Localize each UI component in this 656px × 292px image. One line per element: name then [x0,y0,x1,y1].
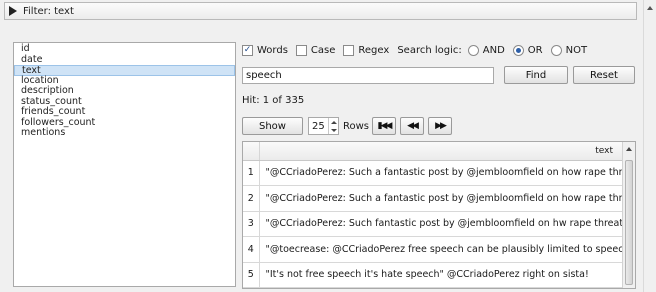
filter-title: Filter: text [23,5,74,17]
row-text: "@toecrease: @CCriadoPerez free speech c… [259,236,623,263]
skip-first-icon: ▮◀◀ [377,121,393,131]
row-index: 2 [243,185,260,212]
rows-label: Rows [343,121,370,132]
search-logic-label: Search logic: [397,44,462,56]
expand-triangle-icon[interactable] [9,6,17,16]
table-row[interactable]: 5 "It's not free speech it's hate speech… [243,262,623,288]
field-item-text[interactable]: text [14,65,235,76]
field-item-description[interactable]: description [14,85,235,97]
field-item-id[interactable]: id [14,43,235,55]
results-table: text 1 "@CCriadoPerez: Such a fantastic … [243,142,623,288]
words-option[interactable]: ✓ Words [242,44,288,56]
logic-and-radio[interactable] [467,44,479,56]
spinner-down-icon[interactable] [330,128,337,132]
case-option[interactable]: Case [295,44,336,56]
row-index: 1 [243,160,260,186]
scroll-up-arrow-icon[interactable] [647,6,653,10]
search-input[interactable] [242,67,494,84]
field-item-mentions[interactable]: mentions [14,127,235,139]
row-text: "@CCriadoPerez: Such fantastic post by @… [259,211,623,237]
filter-header[interactable]: Filter: text [4,2,637,20]
spinner-up-icon[interactable] [330,120,337,124]
row-text: "It's not free speech it's hate speech" … [259,262,623,288]
row-text: "@CCriadoPerez: Such a fantastic post by… [259,160,623,186]
field-item-friends-count[interactable]: friends_count [14,106,235,118]
first-page-button[interactable]: ▮◀◀ [372,117,396,135]
logic-and-option[interactable]: AND [467,44,505,56]
hit-count: Hit: 1 of 335 [242,95,305,106]
search-options-row: ✓ Words Case Regex Search logic: AND OR … [242,42,634,58]
table-row[interactable]: 1 "@CCriadoPerez: Such a fantastic post … [243,160,623,186]
case-checkbox[interactable] [295,44,307,56]
scroll-up-arrow-icon[interactable] [626,147,632,151]
case-label: Case [310,44,336,56]
search-controls: ✓ Words Case Regex Search logic: AND OR … [242,42,635,135]
results-scrollbar[interactable] [622,142,635,288]
find-button[interactable]: Find [504,66,568,84]
show-button[interactable]: Show [242,117,303,135]
column-header-index[interactable] [243,142,260,161]
window-scrollbar[interactable] [643,0,656,292]
words-label: Words [257,44,288,56]
words-checkbox[interactable]: ✓ [242,44,253,56]
logic-not-label: NOT [565,44,588,56]
previous-page-button[interactable]: ◀◀ [400,117,424,135]
logic-or-option[interactable]: OR [512,44,543,56]
row-index: 5 [243,262,260,288]
table-row[interactable]: 3 "@CCriadoPerez: Such fantastic post by… [243,211,623,237]
row-index: 4 [243,236,260,263]
checkmark-icon: ✓ [243,44,252,55]
logic-or-label: OR [527,44,543,56]
row-index: 3 [243,211,260,237]
table-row[interactable]: 4 "@toecrease: @CCriadoPerez free speech… [243,236,623,263]
table-row[interactable]: 2 "@CCriadoPerez: Such a fantastic post … [243,185,623,212]
rows-spinner[interactable]: 25 [308,117,339,135]
rows-value: 25 [312,120,325,132]
scroll-thumb[interactable] [625,160,633,285]
spinner-arrows[interactable] [328,118,338,134]
field-list[interactable]: id date text location description status… [13,42,236,287]
play-icon: ▶▶ [435,121,447,131]
results-table-panel[interactable]: text 1 "@CCriadoPerez: Such a fantastic … [242,141,636,289]
logic-and-label: AND [482,44,505,56]
table-header-row: text [243,142,623,161]
field-item-date[interactable]: date [14,54,235,66]
regex-checkbox[interactable] [343,44,355,56]
row-text: "@CCriadoPerez: Such a fantastic post by… [259,185,623,212]
next-page-button[interactable]: ▶▶ [428,117,452,135]
logic-not-radio[interactable] [550,44,562,56]
column-header-text[interactable]: text [259,142,623,161]
regex-option[interactable]: Regex [343,44,390,56]
logic-or-radio[interactable] [512,44,524,56]
reset-button[interactable]: Reset [573,66,635,84]
logic-not-option[interactable]: NOT [550,44,588,56]
regex-label: Regex [358,44,390,56]
rewind-icon: ◀◀ [407,121,419,131]
